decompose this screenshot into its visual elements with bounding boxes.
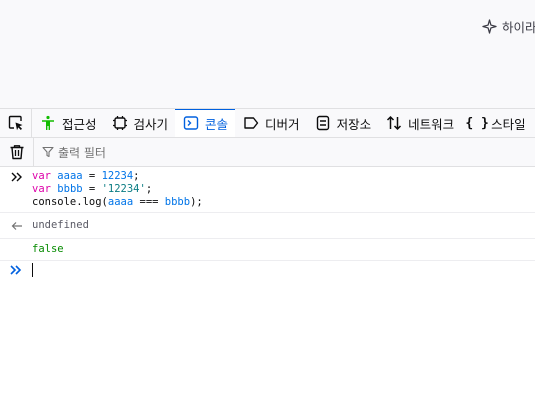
sparkle-icon <box>482 18 497 34</box>
trash-icon <box>10 145 23 160</box>
element-picker-button[interactable] <box>0 109 32 137</box>
storage-icon <box>315 115 331 131</box>
tab-label: 디버거 <box>265 116 300 132</box>
console-icon <box>183 115 199 131</box>
tab-console[interactable]: 콘솔 <box>175 109 236 137</box>
filter-placeholder: 출력 필터 <box>58 145 106 160</box>
console-result-entry: undefined <box>0 213 535 239</box>
debugger-icon <box>243 115 259 131</box>
console-input[interactable] <box>0 258 535 282</box>
log-value-false: false <box>32 243 64 255</box>
tab-network[interactable]: 네트워크 <box>378 109 461 137</box>
network-icon <box>386 115 402 131</box>
text-caret <box>32 263 33 277</box>
tab-label: 스타일 <box>491 116 526 132</box>
tab-debugger[interactable]: 디버거 <box>235 109 307 137</box>
code-line: var aaaa = 12234; <box>32 170 140 182</box>
inspector-icon <box>112 115 128 131</box>
prompt-chevron-icon <box>10 264 22 278</box>
clear-console-button[interactable] <box>0 138 34 166</box>
tab-label: 콘솔 <box>205 116 229 132</box>
code-line: var bbbb = '12234'; <box>32 183 153 195</box>
tab-inspector[interactable]: 검사기 <box>104 109 176 137</box>
tab-storage[interactable]: 저장소 <box>307 109 379 137</box>
filter-output-input[interactable]: 출력 필터 <box>42 144 106 161</box>
filter-icon <box>42 146 54 158</box>
tab-accessibility[interactable]: 접근성 <box>32 109 104 137</box>
accessibility-icon <box>40 115 56 131</box>
console-command-entry: var aaaa = 12234; var bbbb = '12234'; co… <box>0 167 535 213</box>
return-arrow-icon <box>10 219 24 232</box>
console-output: var aaaa = 12234; var bbbb = '12234'; co… <box>0 167 535 261</box>
ai-label: 하이라 <box>502 19 535 35</box>
command-chevron-icon <box>10 170 24 183</box>
tab-style-editor[interactable]: { } 스타일 <box>461 109 533 137</box>
browser-content-area: 하이라 <box>0 0 535 108</box>
tab-label: 접근성 <box>62 116 97 132</box>
tab-label: 저장소 <box>336 116 372 132</box>
style-editor-icon: { } <box>465 115 489 131</box>
result-undefined: undefined <box>32 219 89 231</box>
code-line: console.log(aaaa === bbbb); <box>32 196 203 208</box>
tab-label: 네트워크 <box>408 116 455 132</box>
devtools-tabbar: 접근성 검사기 콘솔 디버거 저장소 네트워크 { } 스타일 <box>0 108 535 138</box>
console-toolbar: 출력 필터 <box>0 138 535 167</box>
element-picker-icon <box>8 115 22 131</box>
tab-label: 검사기 <box>133 116 169 132</box>
ai-button[interactable]: 하이라 <box>482 14 535 38</box>
